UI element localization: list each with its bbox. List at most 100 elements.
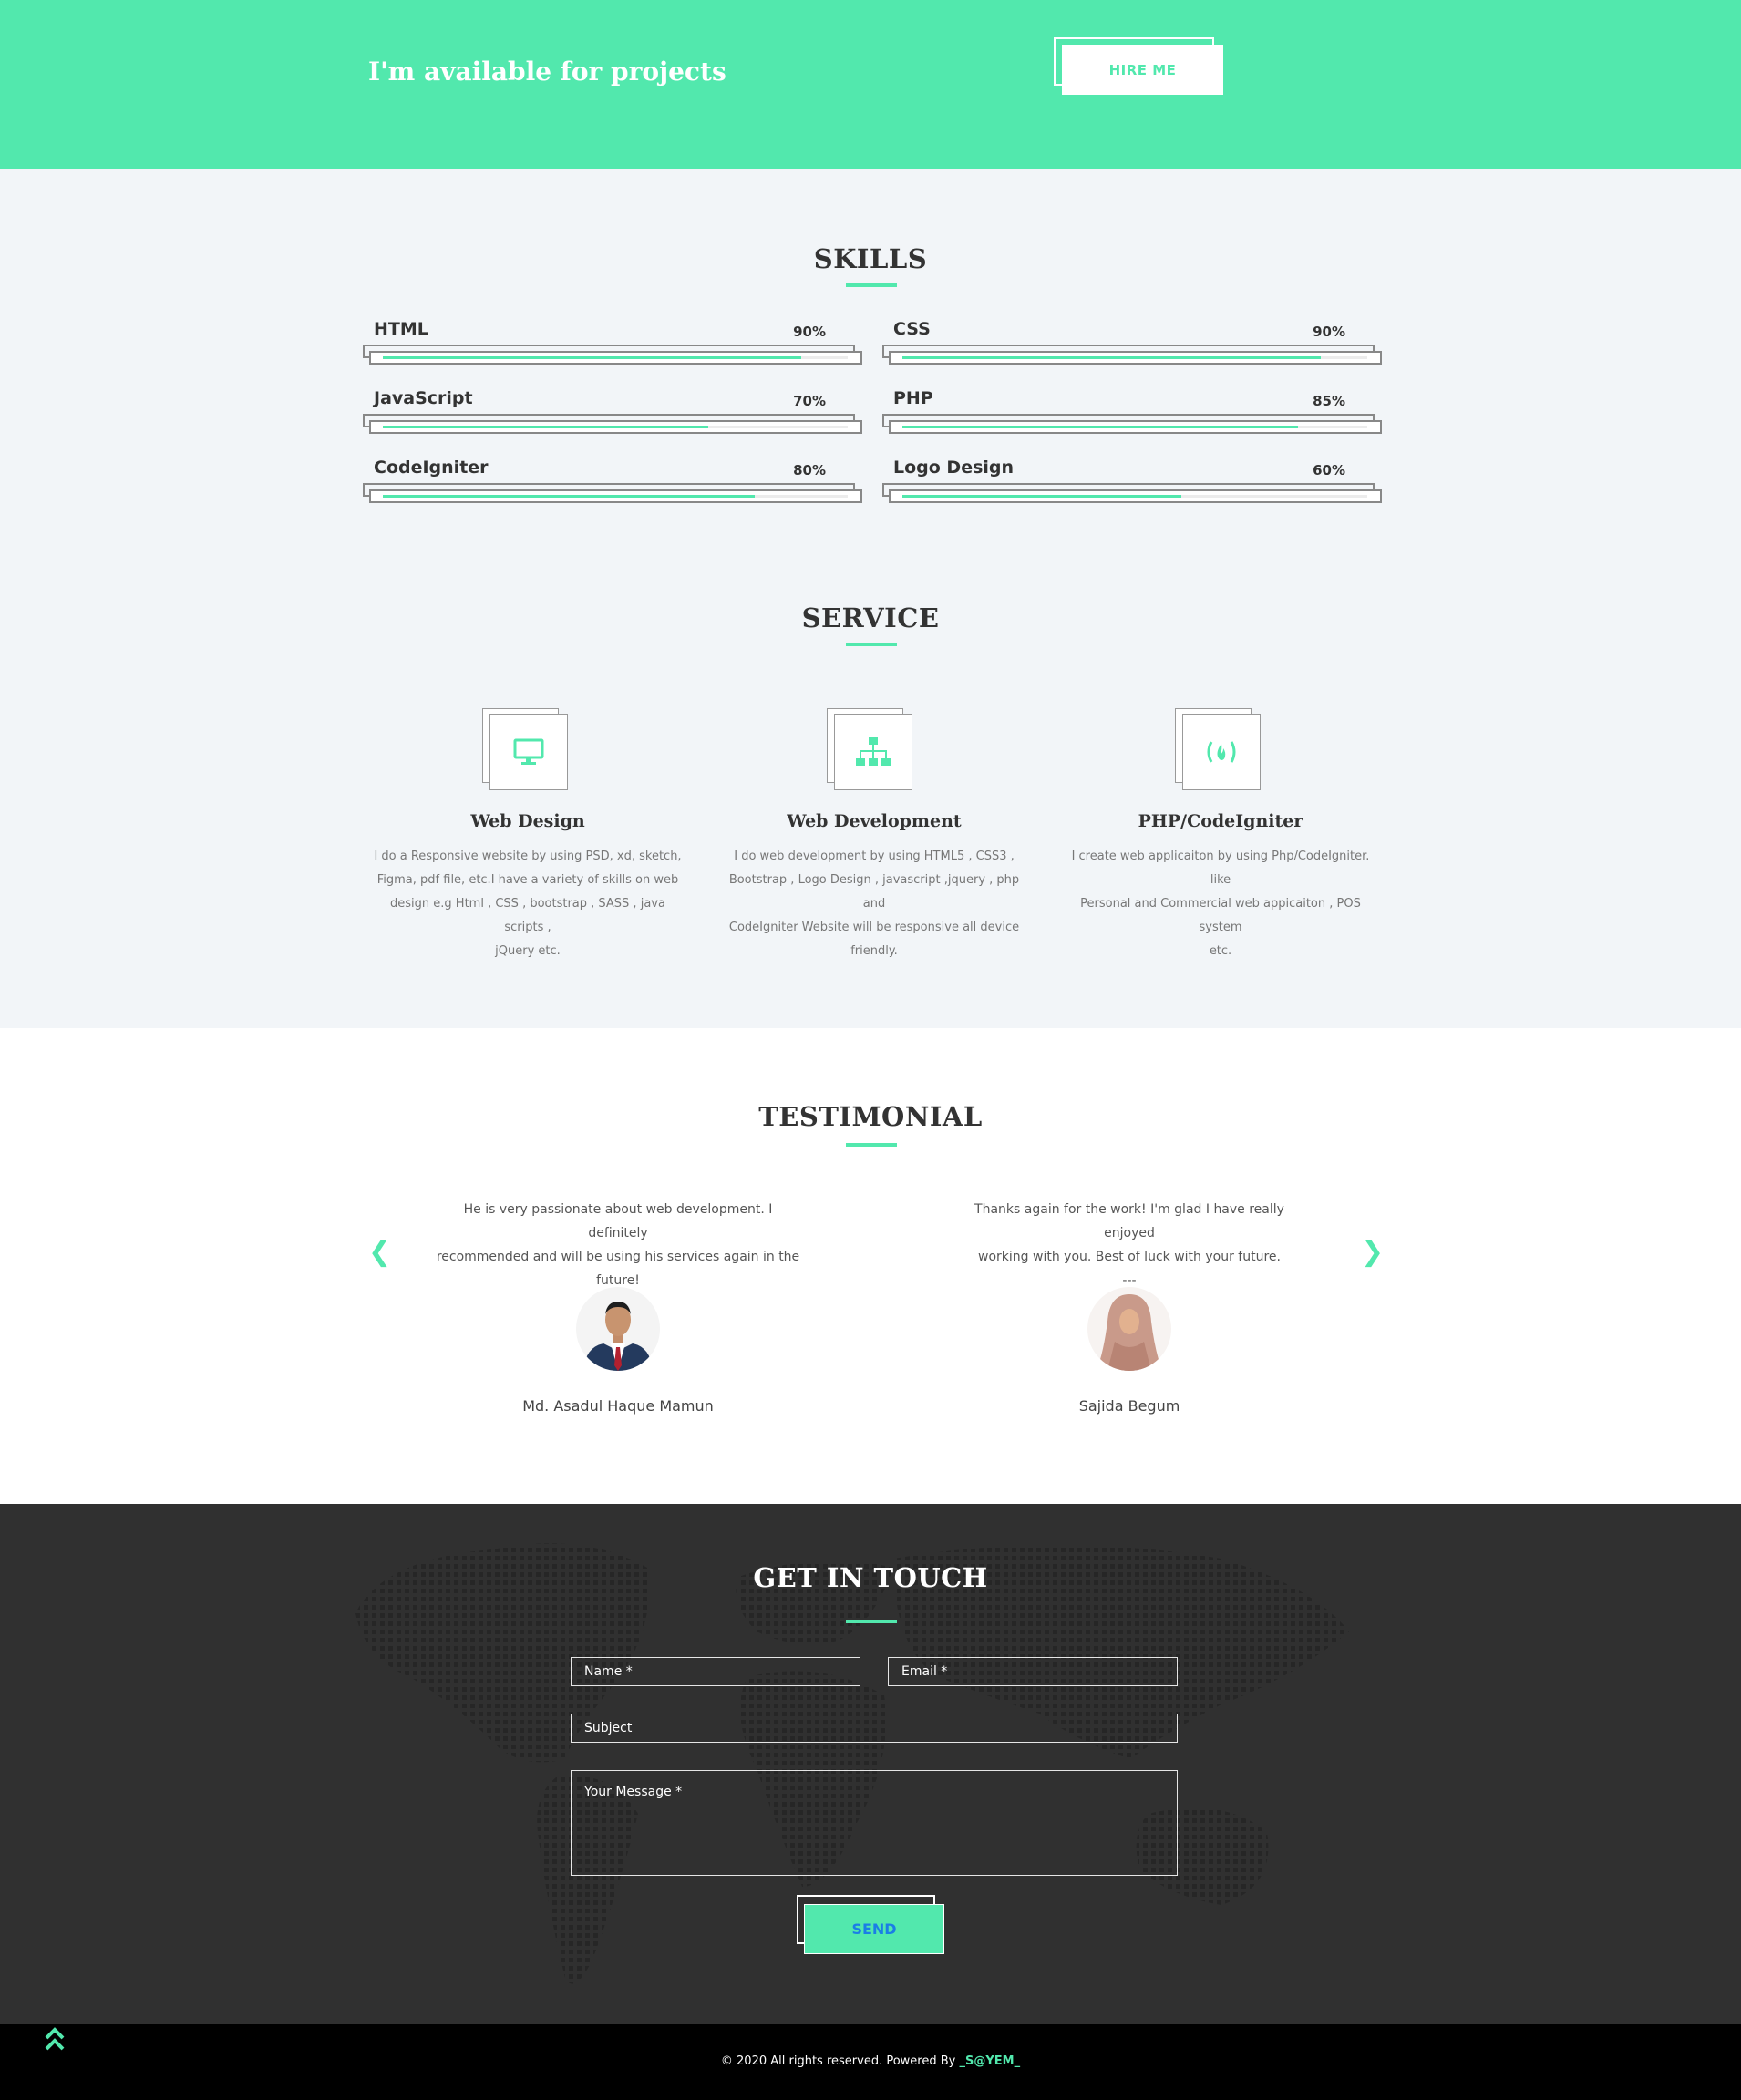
subject-field[interactable]: Subject xyxy=(571,1714,1178,1743)
quote-line: --- xyxy=(1122,1273,1137,1288)
testimonial-card: He is very passionate about web developm… xyxy=(436,1198,800,1292)
skill-bar-track xyxy=(902,495,1367,498)
skill-name: CodeIgniter xyxy=(374,458,489,478)
testimonial-quote: He is very passionate about web developm… xyxy=(436,1198,800,1292)
skill-bar-track xyxy=(383,356,848,359)
brand-link[interactable]: _S@YEM_ xyxy=(959,2054,1020,2068)
banner-title: I'm available for projects xyxy=(368,57,726,87)
contact-title-underline xyxy=(846,1620,897,1623)
service-icon-frame xyxy=(1182,714,1261,790)
carousel-next-icon[interactable]: ❯ xyxy=(1361,1236,1384,1268)
message-textarea[interactable]: Your Message * xyxy=(571,1770,1178,1876)
sitemap-icon xyxy=(856,737,891,766)
name-field[interactable]: Name * xyxy=(571,1657,860,1686)
service-description: I do a Responsive website by using PSD, … xyxy=(373,845,683,963)
testimonial-title: TESTIMONIAL xyxy=(758,1101,983,1132)
person-photo xyxy=(1087,1287,1171,1371)
service-title: PHP/CodeIgniter xyxy=(1138,811,1303,831)
person-photo xyxy=(576,1287,660,1371)
service-desc-line: friendly. xyxy=(850,944,898,958)
service-icon-frame xyxy=(489,714,568,790)
codeigniter-icon xyxy=(1207,741,1236,763)
skill-bar-track xyxy=(383,495,848,498)
skill-bar-fill xyxy=(383,426,708,428)
avatar xyxy=(1087,1287,1171,1371)
service-title: Web Development xyxy=(787,811,962,831)
skills-title-underline xyxy=(846,283,897,287)
name-field-placeholder: Name * xyxy=(584,1664,633,1679)
scroll-to-top-icon[interactable] xyxy=(44,2027,66,2053)
subject-field-placeholder: Subject xyxy=(584,1721,633,1735)
service-description: I create web applicaiton by using Php/Co… xyxy=(1066,845,1375,963)
skill-percent: 90% xyxy=(1313,324,1345,340)
hire-me-button[interactable]: HIRE ME xyxy=(1062,45,1223,95)
service-icon-box xyxy=(1175,708,1262,790)
skill-percent: 70% xyxy=(793,393,826,409)
skill-codeigniter: CodeIgniter 80% xyxy=(363,458,862,514)
footer-copyright: © 2020 All rights reserved. Powered By _… xyxy=(0,2054,1741,2068)
skills-service-section: SKILLS HTML 90% CSS 90% JavaScript 70% P… xyxy=(0,169,1741,1028)
service-description: I do web development by using HTML5 , CS… xyxy=(719,845,1029,963)
service-desc-line: CodeIgniter Website will be responsive a… xyxy=(728,921,1020,934)
skill-percent: 60% xyxy=(1313,462,1345,479)
service-title: Web Design xyxy=(470,811,585,831)
avatar xyxy=(576,1287,660,1371)
testimonial-title-underline xyxy=(846,1143,897,1147)
skill-javascript: JavaScript 70% xyxy=(363,388,862,445)
hire-banner: I'm available for projects HIRE ME xyxy=(0,0,1741,169)
service-title-underline xyxy=(846,643,897,646)
service-desc-line: jQuery etc. xyxy=(495,944,561,958)
service-desc-line: Bootstrap , Logo Design , javascript ,jq… xyxy=(728,873,1020,911)
quote-line: He is very passionate about web developm… xyxy=(463,1202,773,1240)
copyright-text: © 2020 All rights reserved. Powered By xyxy=(720,2054,960,2068)
skill-percent: 90% xyxy=(793,324,826,340)
skill-name: HTML xyxy=(374,319,428,339)
contact-title: GET IN TOUCH xyxy=(753,1562,988,1593)
skill-bar-fill xyxy=(902,495,1181,498)
hire-me-button-wrap: HIRE ME xyxy=(1054,37,1223,95)
skill-bar-track xyxy=(383,426,848,428)
send-button[interactable]: SEND xyxy=(804,1904,944,1954)
skill-bar-track xyxy=(902,356,1367,359)
service-icon-box xyxy=(482,708,570,790)
skill-percent: 85% xyxy=(1313,393,1345,409)
skills-title: SKILLS xyxy=(813,243,928,274)
quote-line: working with you. Best of luck with your… xyxy=(978,1250,1281,1264)
service-icon-box xyxy=(827,708,914,790)
skill-bar-track xyxy=(902,426,1367,428)
service-desc-line: I create web applicaiton by using Php/Co… xyxy=(1071,849,1370,887)
testimonial-name: Md. Asadul Haque Mamun xyxy=(522,1397,714,1415)
service-desc-line: etc. xyxy=(1209,944,1232,958)
skill-name: CSS xyxy=(893,319,931,339)
carousel-prev-icon[interactable]: ❮ xyxy=(368,1236,391,1268)
send-button-wrap: SEND xyxy=(797,1895,944,1954)
quote-line: future! xyxy=(596,1273,640,1288)
footer: © 2020 All rights reserved. Powered By _… xyxy=(0,2024,1741,2100)
quote-line: Thanks again for the work! I'm glad I ha… xyxy=(974,1202,1284,1240)
skill-php: PHP 85% xyxy=(882,388,1382,445)
message-field-placeholder: Your Message * xyxy=(584,1785,683,1799)
quote-line: recommended and will be using his servic… xyxy=(436,1250,800,1264)
service-icon-frame xyxy=(834,714,912,790)
skill-css: CSS 90% xyxy=(882,319,1382,376)
testimonial-card: Thanks again for the work! I'm glad I ha… xyxy=(947,1198,1312,1292)
contact-section: GET IN TOUCH Name * Email * Subject Your… xyxy=(0,1504,1741,2024)
skill-name: JavaScript xyxy=(374,388,473,408)
skill-bar-fill xyxy=(902,356,1321,359)
service-desc-line: Personal and Commercial web appicaiton ,… xyxy=(1080,897,1361,934)
skill-html: HTML 90% xyxy=(363,319,862,376)
testimonial-section: TESTIMONIAL ❮ ❯ He is very passionate ab… xyxy=(0,1028,1741,1504)
service-desc-line: Figma, pdf file, etc.I have a variety of… xyxy=(376,873,679,887)
email-field[interactable]: Email * xyxy=(888,1657,1178,1686)
skill-name: PHP xyxy=(893,388,933,408)
testimonial-quote: Thanks again for the work! I'm glad I ha… xyxy=(947,1198,1312,1292)
skill-bar-fill xyxy=(383,356,801,359)
skill-logo-design: Logo Design 60% xyxy=(882,458,1382,514)
service-desc-line: I do web development by using HTML5 , CS… xyxy=(734,849,1015,863)
email-field-placeholder: Email * xyxy=(901,1664,948,1679)
skill-percent: 80% xyxy=(793,462,826,479)
skill-bar-fill xyxy=(902,426,1298,428)
skill-name: Logo Design xyxy=(893,458,1015,478)
skill-bar-fill xyxy=(383,495,755,498)
service-desc-line: design e.g Html , CSS , bootstrap , SASS… xyxy=(390,897,665,934)
